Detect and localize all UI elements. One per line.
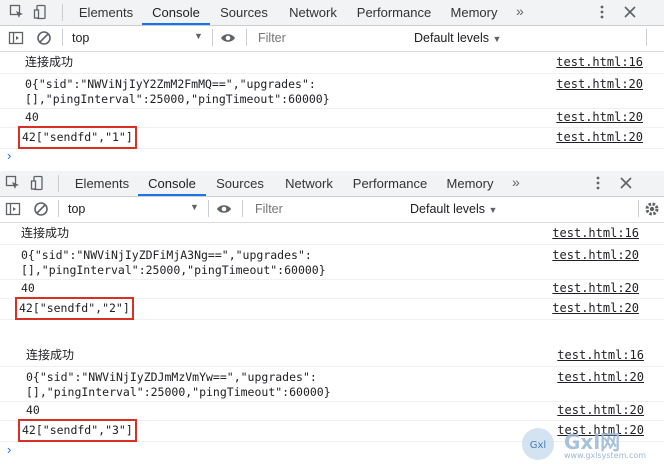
context-select[interactable]: top [68, 201, 85, 218]
inspect-element-icon[interactable] [9, 4, 25, 20]
more-tabs-chevron-icon[interactable]: » [516, 0, 524, 25]
console-prompt-icon[interactable]: › [7, 148, 11, 163]
tab-memory[interactable]: Memory [440, 171, 500, 196]
tab-performance[interactable]: Performance [352, 0, 436, 25]
tab-sources[interactable]: Sources [212, 0, 276, 25]
console-message: 40 test.html:20 [0, 280, 664, 299]
message-text: 0{"sid":"NWViNjIyZDFiMjA3Ng==","upgrades… [21, 248, 326, 277]
inspect-element-icon[interactable] [5, 175, 21, 191]
tab-performance[interactable]: Performance [348, 171, 432, 196]
kebab-menu-icon[interactable] [590, 175, 606, 191]
tab-console[interactable]: Console [138, 171, 206, 196]
context-select[interactable]: top [72, 30, 89, 47]
filter-input[interactable] [258, 29, 398, 47]
message-text: 40 [21, 281, 35, 295]
message-text: 连接成功 [21, 226, 70, 240]
console-message: 连接成功 test.html:16 [0, 223, 664, 245]
message-text: 连接成功 [25, 55, 74, 69]
source-link[interactable]: test.html:20 [557, 403, 644, 418]
source-link[interactable]: test.html:16 [556, 55, 643, 70]
gear-icon[interactable] [644, 201, 660, 217]
console-message: 40 test.html:20 [0, 402, 664, 421]
log-levels-label: Default levels [414, 31, 490, 45]
sidebar-toggle-icon[interactable] [5, 201, 21, 217]
toolbar-divider [242, 200, 243, 217]
clear-console-icon[interactable] [33, 201, 49, 217]
log-levels-dropdown[interactable]: Default levels ▼ [414, 30, 501, 48]
context-dropdown-icon[interactable]: ▼ [190, 202, 199, 212]
watermark-url: www.gxlsystem.com [564, 451, 647, 460]
console-message: 42["sendfd","2"] test.html:20 [0, 297, 664, 320]
source-link[interactable]: test.html:16 [552, 226, 639, 241]
device-toolbar-icon[interactable] [30, 175, 46, 191]
console-prompt-icon[interactable]: › [7, 442, 11, 457]
toolbar-divider [58, 200, 59, 217]
watermark: Gxl Gxl网 www.gxlsystem.com [520, 426, 660, 462]
sidebar-toggle-icon[interactable] [8, 30, 24, 46]
toolbar-divider [62, 4, 63, 21]
console-message: 连接成功 test.html:16 [0, 52, 664, 74]
console-toolbar: top ▼ Default levels ▼ [0, 197, 664, 223]
source-link[interactable]: test.html:20 [556, 77, 643, 92]
more-tabs-chevron-icon[interactable]: » [512, 171, 520, 196]
source-link[interactable]: test.html:20 [552, 301, 639, 316]
clear-console-icon[interactable] [36, 30, 52, 46]
toolbar-divider [646, 29, 647, 46]
close-icon[interactable] [622, 4, 638, 20]
console-message: 0{"sid":"NWViNjIyZDJmMzVmYw==","upgrades… [0, 367, 664, 402]
source-link[interactable]: test.html:20 [556, 130, 643, 145]
toolbar-divider [208, 200, 209, 217]
tab-sources[interactable]: Sources [208, 171, 272, 196]
toolbar-divider [212, 29, 213, 46]
message-text: 40 [25, 110, 39, 124]
highlighted-message-text: 42["sendfd","2"] [15, 297, 134, 320]
live-expression-eye-icon[interactable] [216, 201, 232, 217]
source-link[interactable]: test.html:20 [552, 281, 639, 296]
context-dropdown-icon[interactable]: ▼ [194, 31, 203, 41]
filter-input[interactable] [255, 200, 395, 218]
source-link[interactable]: test.html:20 [557, 370, 644, 385]
console-toolbar: top ▼ Default levels ▼ [0, 26, 664, 52]
devtools-panel-1: Elements Console Sources Network Perform… [0, 0, 664, 166]
source-link[interactable]: test.html:20 [552, 248, 639, 263]
device-toolbar-icon[interactable] [33, 4, 49, 20]
source-link[interactable]: test.html:20 [556, 110, 643, 125]
highlighted-message-text: 42["sendfd","1"] [18, 126, 137, 149]
console-message: 40 test.html:20 [0, 109, 664, 128]
devtools-panel-2: Elements Console Sources Network Perform… [0, 171, 664, 336]
console-message: 0{"sid":"NWViNjIyZDFiMjA3Ng==","upgrades… [0, 245, 664, 280]
kebab-menu-icon[interactable] [594, 4, 610, 20]
log-levels-dropdown[interactable]: Default levels ▼ [410, 201, 497, 219]
message-text: 连接成功 [26, 348, 75, 362]
watermark-logo-icon: Gxl [522, 428, 554, 460]
devtools-tabbar: Elements Console Sources Network Perform… [0, 0, 664, 26]
toolbar-divider [246, 29, 247, 46]
message-text: 40 [26, 403, 40, 417]
source-link[interactable]: test.html:16 [557, 348, 644, 363]
tab-network[interactable]: Network [280, 0, 346, 25]
devtools-tabbar: Elements Console Sources Network Perform… [0, 171, 664, 197]
message-text: 0{"sid":"NWViNjIyZDJmMzVmYw==","upgrades… [26, 370, 331, 399]
highlighted-message-text: 42["sendfd","3"] [18, 419, 137, 442]
chevron-down-icon: ▼ [492, 34, 502, 44]
tab-elements[interactable]: Elements [72, 0, 140, 25]
close-icon[interactable] [618, 175, 634, 191]
console-message: 0{"sid":"NWViNjIyY2ZmM2FmMQ==","upgrades… [0, 74, 664, 109]
console-message: 连接成功 test.html:16 [0, 345, 664, 367]
message-text: 0{"sid":"NWViNjIyY2ZmM2FmMQ==","upgrades… [25, 77, 330, 106]
tab-elements[interactable]: Elements [68, 171, 136, 196]
chevron-down-icon: ▼ [488, 205, 498, 215]
toolbar-divider [62, 29, 63, 46]
tab-network[interactable]: Network [276, 171, 342, 196]
watermark-logo-text: Gxl [530, 440, 546, 451]
log-levels-label: Default levels [410, 202, 486, 216]
live-expression-eye-icon[interactable] [220, 30, 236, 46]
tab-memory[interactable]: Memory [444, 0, 504, 25]
toolbar-divider [638, 200, 639, 217]
toolbar-divider [58, 175, 59, 192]
console-message: 42["sendfd","1"] test.html:20 [0, 126, 664, 149]
tab-console[interactable]: Console [142, 0, 210, 25]
